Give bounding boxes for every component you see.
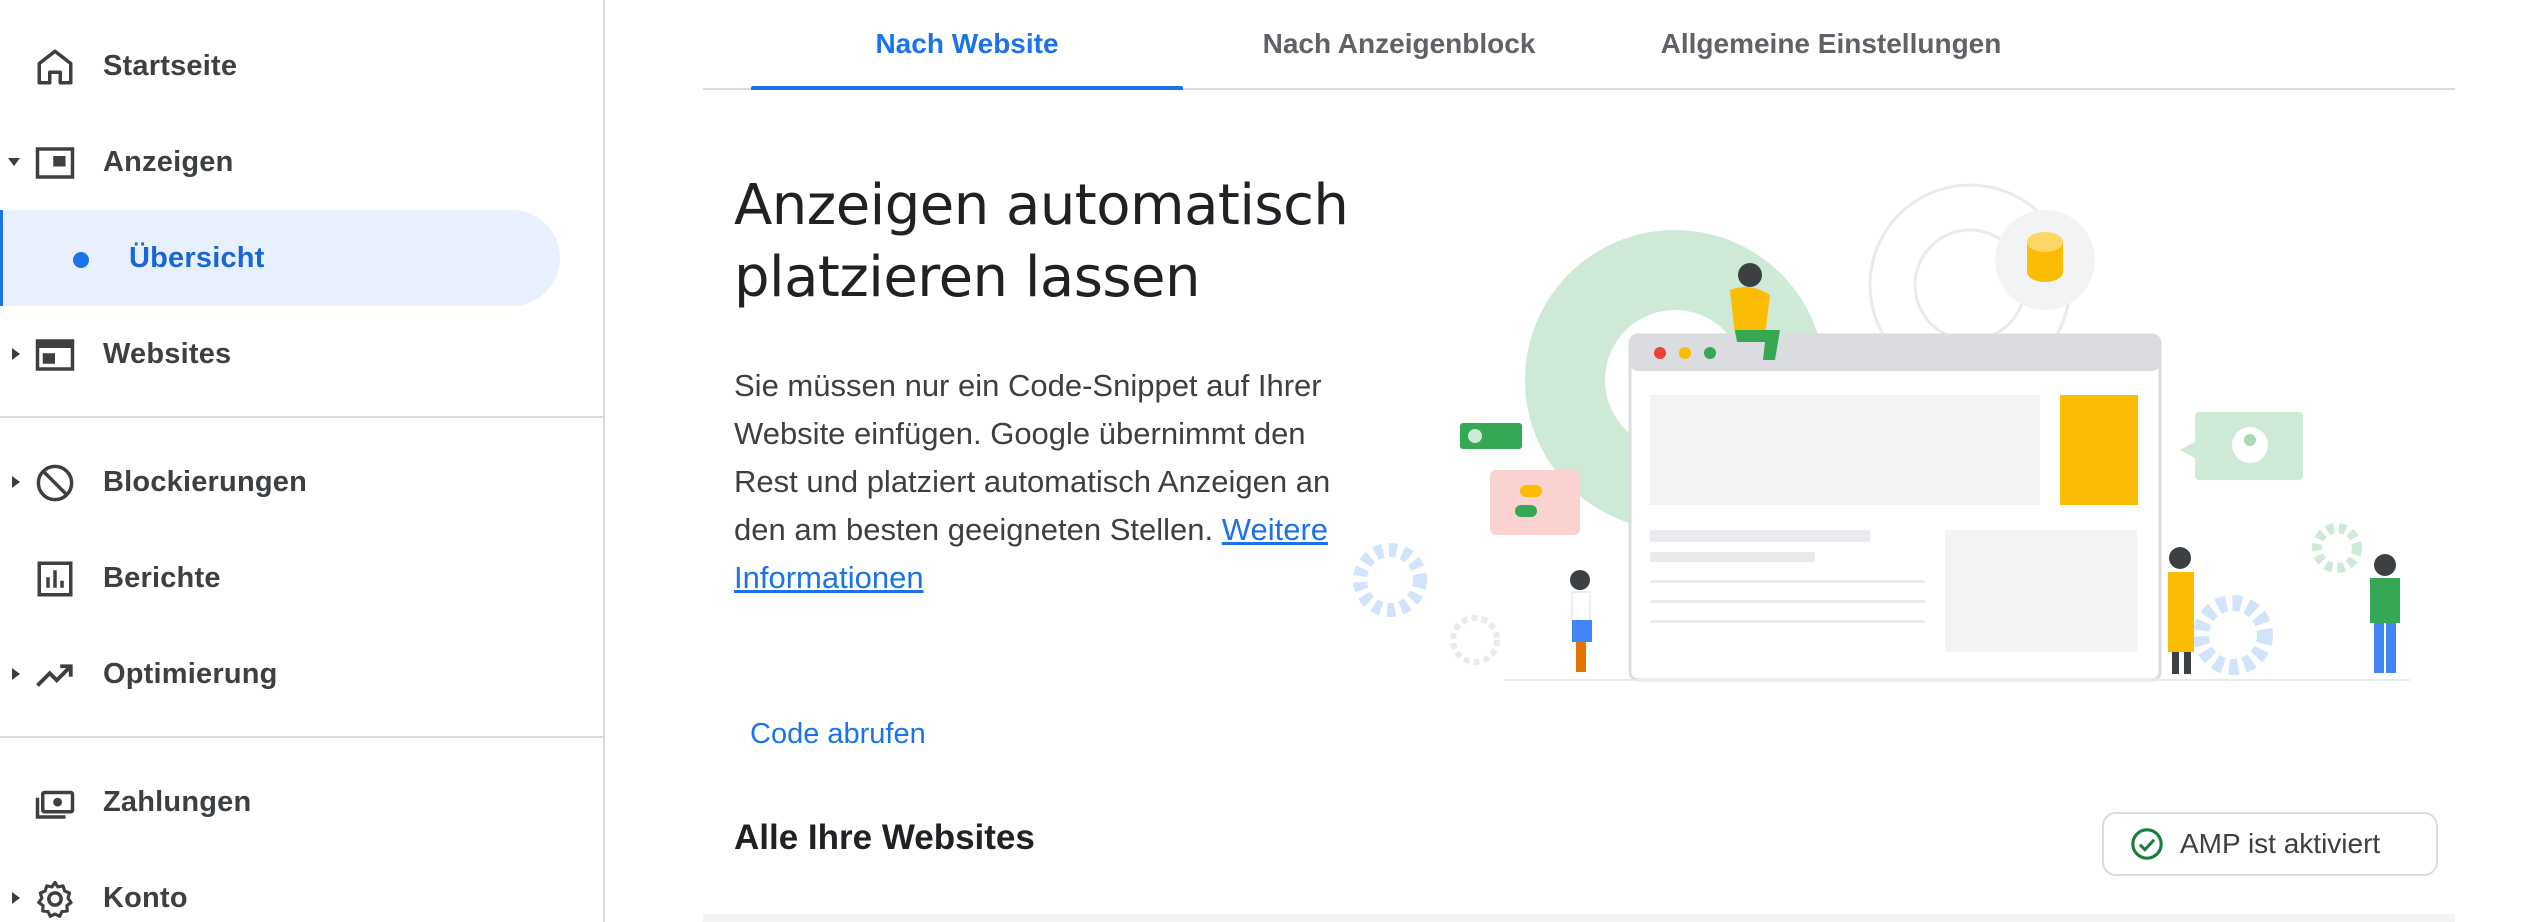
page-title-line: Anzeigen automatisch (734, 173, 1349, 238)
chevron-right-icon (12, 348, 20, 360)
green-small-gear-icon (2312, 523, 2362, 573)
ads-icon (35, 147, 75, 179)
person-apron-figure (2168, 547, 2194, 674)
sidebar-item-startseite[interactable]: Startseite (0, 18, 560, 114)
sidebar-item-label: Berichte (103, 561, 221, 594)
sidebar-item-websites[interactable]: Websites (0, 306, 560, 402)
sidebar-item-uebersicht[interactable]: Übersicht (0, 210, 560, 306)
user-chat-bubble (2180, 412, 2303, 480)
page-title: Anzeigen automatisch platzieren lassen (734, 170, 1374, 314)
sidebar-item-label: Optimierung (103, 657, 278, 690)
chevron-right-icon (12, 892, 20, 904)
gear-icon (37, 880, 73, 918)
amp-status-label: AMP ist aktiviert (2180, 828, 2381, 859)
sidebar-item-berichte[interactable]: Berichte (0, 530, 560, 626)
reports-icon (37, 561, 73, 597)
sidebar-item-konto[interactable]: Konto (0, 850, 560, 922)
chevron-right-icon (12, 668, 20, 680)
websites-icon (35, 339, 75, 371)
check-circle-icon (2131, 828, 2163, 860)
sidebar-item-optimierung[interactable]: Optimierung (0, 626, 560, 722)
amp-status-chip[interactable]: AMP ist aktiviert (2102, 812, 2438, 876)
tab-bar: Nach Website Nach Anzeigenblock Allgemei… (703, 0, 2455, 90)
payments-icon (35, 790, 75, 819)
sidebar-item-label: Blockierungen (103, 465, 308, 498)
table-header-strip (703, 914, 2455, 922)
dot-icon (73, 252, 89, 268)
person-green-shirt-figure (2370, 554, 2400, 673)
tab-nach-anzeigenblock[interactable]: Nach Anzeigenblock (1183, 0, 1615, 88)
tab-allgemeine-einstellungen[interactable]: Allgemeine Einstellungen (1615, 0, 2047, 88)
section-title: Alle Ihre Websites (734, 818, 1035, 857)
description: Sie müssen nur ein Code-Snippet auf Ihre… (734, 362, 1354, 602)
person-standing-figure (1570, 570, 1592, 672)
sidebar-item-blockierungen[interactable]: Blockierungen (0, 434, 560, 530)
block-icon (36, 464, 74, 502)
message-chip (1460, 423, 1522, 449)
chevron-down-icon (8, 158, 20, 166)
browser-window (1628, 333, 2162, 682)
sidebar-divider (0, 416, 603, 418)
sidebar-item-label: Startseite (103, 49, 238, 82)
tab-nach-website[interactable]: Nach Website (751, 0, 1183, 90)
sidebar-item-zahlungen[interactable]: Zahlungen (0, 754, 560, 850)
sidebar-divider (0, 736, 603, 738)
sidebar: Startseite Anzeigen Übersicht Websites B… (0, 0, 605, 922)
sidebar-item-anzeigen[interactable]: Anzeigen (0, 114, 560, 210)
get-code-button[interactable]: Code abrufen (734, 708, 942, 760)
sidebar-item-label: Übersicht (129, 241, 265, 274)
sidebar-item-label: Konto (103, 881, 188, 914)
sidebar-item-label: Anzeigen (103, 145, 234, 178)
sidebar-item-label: Websites (103, 337, 232, 370)
coins-icon (1995, 210, 2095, 310)
toggle-card (1490, 470, 1580, 535)
gray-gear-icon (1450, 615, 1500, 665)
auto-ads-illustration (1353, 183, 2410, 682)
page-title-line: platzieren lassen (734, 245, 1201, 310)
chevron-right-icon (12, 476, 20, 488)
home-icon (37, 49, 73, 85)
trending-up-icon (36, 664, 73, 687)
sidebar-item-label: Zahlungen (103, 785, 252, 818)
